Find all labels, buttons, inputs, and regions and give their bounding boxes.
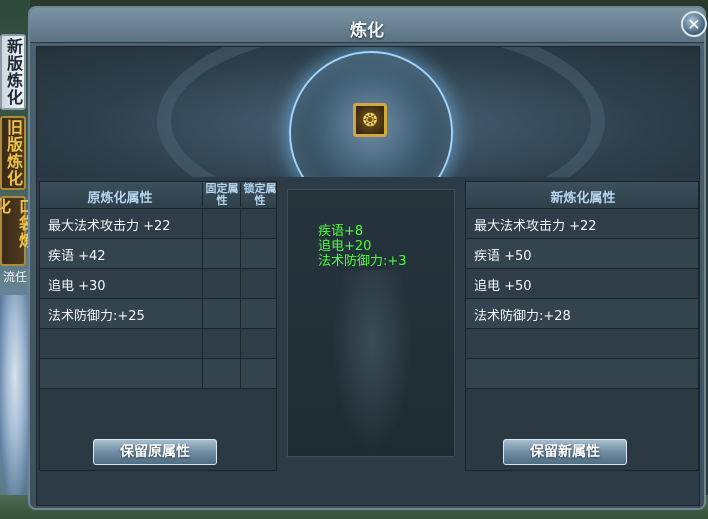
side-partial-text: 流任	[2, 270, 27, 284]
original-row: 最大法术攻击力 +22	[40, 209, 276, 239]
title-bar: 炼化	[30, 8, 704, 43]
tab-new-refine[interactable]: 新版炼化	[0, 34, 26, 110]
new-attr-text: 追电 +50	[474, 279, 532, 294]
lock-cell[interactable]	[240, 239, 279, 268]
item-slot[interactable]: ❂	[353, 103, 387, 137]
new-row: 法术防御力:+28	[466, 299, 698, 329]
new-attributes-panel: 新炼化属性 最大法术攻击力 +22 疾语 +50 追电 +50 法术防御力:+2…	[465, 181, 699, 471]
orb-area: ❂	[37, 47, 699, 177]
change-preview-panel: 疾语+8 追电+20 法术防御力:+3	[287, 189, 455, 457]
original-attr-text: 最大法术攻击力 +22	[48, 219, 171, 234]
locked-attr-header: 锁定属性	[240, 183, 279, 207]
fixed-attr-header: 固定属性	[202, 183, 241, 207]
fixed-cell[interactable]	[202, 359, 241, 388]
character-figure	[0, 295, 30, 495]
fixed-cell[interactable]	[202, 299, 241, 328]
close-button[interactable]: ✕	[681, 11, 707, 37]
original-attr-text: 疾语 +42	[48, 249, 106, 264]
lock-cell[interactable]	[240, 299, 279, 328]
new-row: 追电 +50	[466, 269, 698, 299]
new-row: 疾语 +50	[466, 239, 698, 269]
new-row: 最大法术攻击力 +22	[466, 209, 698, 239]
new-row	[466, 329, 698, 359]
close-icon: ✕	[687, 14, 701, 34]
original-header-title: 原炼化属性	[87, 191, 153, 206]
change-line: 法术防御力:+3	[318, 254, 407, 269]
new-attr-text: 疾语 +50	[474, 249, 532, 264]
original-panel-header: 原炼化属性 固定属性 锁定属性	[40, 182, 279, 209]
keep-original-button[interactable]: 保留原属性	[93, 439, 217, 465]
refining-item-icon: ❂	[362, 109, 378, 131]
original-row: 法术防御力:+25	[40, 299, 276, 329]
window-title: 炼化	[350, 21, 384, 41]
new-header-title: 新炼化属性	[550, 191, 616, 206]
fixed-cell[interactable]	[202, 239, 241, 268]
original-attr-text: 法术防御力:+25	[48, 309, 145, 324]
content-area: ❂ 原炼化属性 固定属性 锁定属性 最大法术攻击力 +22 疾语 +42 追电 …	[36, 46, 700, 506]
fixed-cell[interactable]	[202, 329, 241, 358]
lock-cell[interactable]	[240, 269, 279, 298]
original-attributes-panel: 原炼化属性 固定属性 锁定属性 最大法术攻击力 +22 疾语 +42 追电 +3…	[39, 181, 277, 471]
fixed-cell[interactable]	[202, 209, 241, 238]
new-attr-text: 法术防御力:+28	[474, 309, 571, 324]
refine-window: 炼化 ✕ ❂ 原炼化属性 固定属性 锁定属性 最大法术攻击力 +22 疾语 +4…	[28, 6, 707, 510]
lamp-decoration	[332, 270, 412, 450]
tab-old-refine[interactable]: 旧版炼化	[0, 116, 26, 190]
keep-new-button[interactable]: 保留新属性	[503, 439, 627, 465]
original-row	[40, 329, 276, 359]
new-attr-text: 最大法术攻击力 +22	[474, 219, 597, 234]
tab-pocket-refine[interactable]: 口袋炼化	[0, 196, 35, 266]
original-row: 疾语 +42	[40, 239, 276, 269]
new-panel-header: 新炼化属性	[466, 182, 698, 209]
original-row	[40, 359, 276, 389]
lock-cell[interactable]	[240, 329, 279, 358]
lock-cell[interactable]	[240, 359, 279, 388]
lock-cell[interactable]	[240, 209, 279, 238]
fixed-cell[interactable]	[202, 269, 241, 298]
new-row	[466, 359, 698, 389]
original-row: 追电 +30	[40, 269, 276, 299]
original-attr-text: 追电 +30	[48, 279, 106, 294]
